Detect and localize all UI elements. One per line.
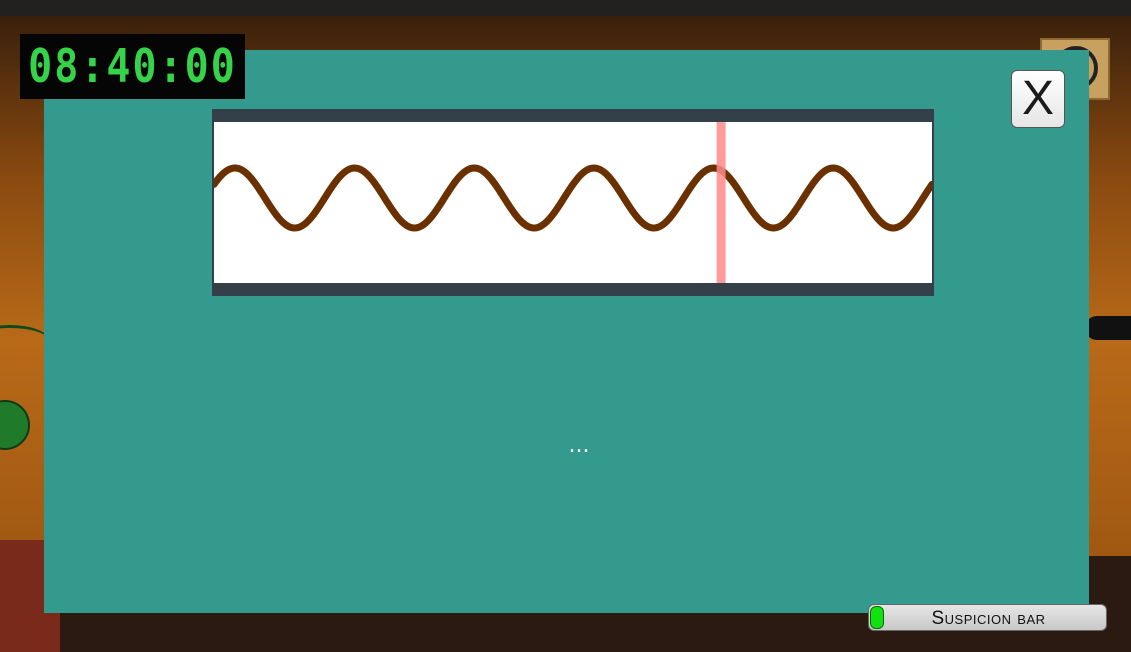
close-button[interactable]: X	[1011, 70, 1065, 128]
clock-display: 08:40:00	[20, 34, 245, 99]
wave-graph	[214, 122, 932, 283]
clock-time: 08:40:00	[28, 40, 237, 93]
background-wall-bar	[1085, 316, 1131, 340]
suspicion-bar: Suspicion bar	[868, 604, 1107, 631]
top-strip	[0, 0, 1131, 16]
suspicion-bar-label: Suspicion bar	[931, 607, 1046, 629]
game-scene: ... X 08:40:00 Suspicion bar	[0, 0, 1131, 652]
target-marker[interactable]	[716, 122, 726, 283]
wave-display	[212, 109, 934, 296]
status-text: ...	[568, 433, 590, 458]
minigame-panel: ...	[44, 50, 1089, 613]
wave-window	[214, 122, 932, 283]
sine-wave	[214, 164, 932, 232]
